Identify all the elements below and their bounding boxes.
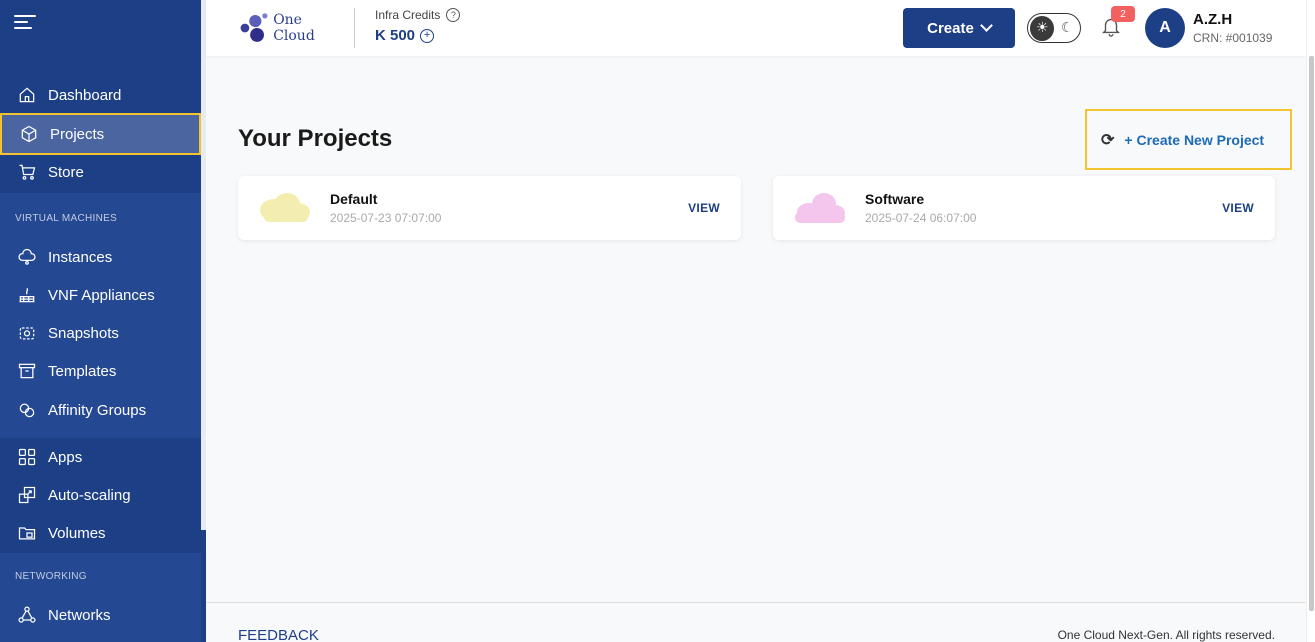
sidebar-item-projects[interactable]: Projects: [0, 113, 201, 155]
project-card-software[interactable]: Software 2025-07-24 06:07:00 VIEW: [773, 176, 1275, 240]
create-button[interactable]: Create: [903, 8, 1015, 48]
page-title: Your Projects: [238, 125, 393, 152]
sidebar-item-label: Templates: [48, 362, 117, 380]
grid-icon: [16, 446, 38, 468]
cloud-network-icon: [16, 246, 38, 268]
project-card-default[interactable]: Default 2025-07-23 07:07:00 VIEW: [238, 176, 741, 240]
folder-icon: [16, 522, 38, 544]
sidebar-item-instances[interactable]: Instances: [0, 238, 201, 276]
feedback-link[interactable]: FEEDBACK: [238, 627, 319, 642]
sidebar-item-auto-scaling[interactable]: Auto-scaling: [0, 476, 201, 514]
credits-label-text: Infra Credits: [375, 8, 441, 22]
sidebar-item-volumes[interactable]: Volumes: [0, 514, 201, 552]
network-icon: [16, 604, 38, 626]
sidebar-item-label: Store: [48, 163, 84, 181]
view-project-link[interactable]: VIEW: [688, 201, 720, 215]
header-divider: [354, 8, 355, 48]
sidebar-item-snapshots[interactable]: Snapshots: [0, 314, 201, 352]
sidebar-item-networks[interactable]: Networks: [0, 596, 201, 634]
project-date: 2025-07-23 07:07:00: [330, 211, 442, 225]
cube-icon: [18, 123, 40, 145]
sun-icon: ☀: [1030, 15, 1055, 41]
menu-icon[interactable]: [14, 15, 36, 33]
firewall-icon: [16, 284, 38, 306]
infra-credits-value: K 500 +: [375, 27, 435, 44]
moon-icon: ☾: [1060, 20, 1074, 36]
page-scrollbar[interactable]: [1306, 0, 1315, 642]
create-new-project-button[interactable]: ⟳ + Create New Project: [1085, 109, 1292, 170]
sidebar-item-label: Apps: [48, 448, 83, 466]
sidebar-item-label: Networks: [48, 606, 111, 624]
archive-icon: [16, 360, 38, 382]
home-icon: [16, 84, 38, 106]
project-date: 2025-07-24 06:07:00: [865, 211, 977, 225]
cart-icon: [16, 161, 38, 183]
scrollbar-thumb[interactable]: [1309, 56, 1314, 611]
camera-icon: [16, 322, 38, 344]
theme-toggle[interactable]: ☀ ☾: [1027, 13, 1081, 43]
notification-badge: 2: [1111, 6, 1135, 22]
top-header: One Cloud Infra Credits ? K 500 + Create…: [206, 0, 1306, 56]
sidebar-item-apps[interactable]: Apps: [0, 438, 201, 476]
section-label-networking: NETWORKING: [15, 571, 87, 582]
one-cloud-logo[interactable]: One Cloud: [238, 8, 338, 48]
scale-icon: [16, 484, 38, 506]
sidebar-item-label: VNF Appliances: [48, 286, 155, 304]
sidebar-item-affinity-groups[interactable]: Affinity Groups: [0, 391, 201, 429]
sidebar-item-label: Affinity Groups: [48, 401, 147, 419]
help-icon[interactable]: ?: [446, 8, 461, 22]
sidebar-item-label: Volumes: [48, 524, 106, 542]
sidebar-item-label: Instances: [48, 248, 113, 266]
sidebar-item-vnf-appliances[interactable]: VNF Appliances: [0, 276, 201, 314]
refresh-icon: ⟳: [1101, 131, 1115, 149]
logo-text: One Cloud: [273, 12, 315, 44]
chevron-down-icon: [979, 19, 993, 32]
add-credit-icon[interactable]: +: [420, 28, 435, 43]
user-crn: CRN: #001039: [1193, 31, 1273, 45]
sidebar-item-templates[interactable]: Templates: [0, 352, 201, 390]
affinity-icon: [16, 399, 38, 421]
create-button-label: Create: [927, 19, 974, 37]
sidebar-scrollbar[interactable]: [201, 0, 206, 530]
sidebar-item-label: Snapshots: [48, 324, 119, 342]
create-new-project-label: + Create New Project: [1124, 131, 1265, 148]
section-label-virtual-machines: VIRTUAL MACHINES: [15, 213, 118, 224]
project-name: Software: [865, 191, 925, 207]
sidebar: Dashboard Projects Store VIRTUAL MACHINE…: [0, 0, 206, 642]
sidebar-item-label: Auto-scaling: [48, 486, 131, 504]
user-name: A.Z.H: [1193, 11, 1233, 28]
view-project-link[interactable]: VIEW: [1222, 201, 1254, 215]
copyright-text: One Cloud Next-Gen. All rights reserved.: [1057, 628, 1275, 642]
cloud-icon: [260, 193, 310, 222]
sidebar-item-store[interactable]: Store: [0, 153, 201, 191]
credits-amount: K 500: [375, 27, 416, 44]
infra-credits-label: Infra Credits ?: [375, 8, 461, 22]
sidebar-item-label: Projects: [50, 125, 105, 143]
sidebar-item-label: Dashboard: [48, 86, 122, 104]
logo-icon: [240, 13, 268, 42]
sidebar-item-dashboard[interactable]: Dashboard: [0, 76, 201, 114]
avatar[interactable]: A: [1145, 8, 1185, 48]
footer: FEEDBACK One Cloud Next-Gen. All rights …: [206, 602, 1306, 642]
project-name: Default: [330, 191, 378, 207]
cloud-icon: [795, 193, 845, 223]
